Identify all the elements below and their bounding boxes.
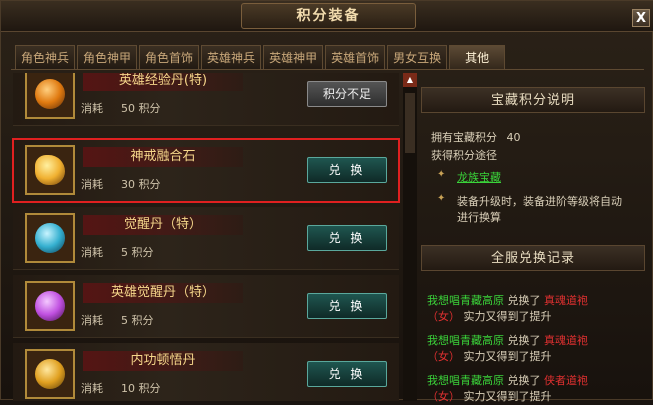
cost-label: 消耗 [81,178,103,191]
close-button[interactable]: X [632,9,650,27]
record-player: 我想唱青藏高原 [427,334,504,347]
record-note: 实力又得到了提升 [463,390,552,403]
dragon-treasure-link[interactable]: 龙族宝藏 [457,169,501,185]
record-item-name: 真魂道袍 [544,334,588,347]
cost-label: 消耗 [81,382,103,395]
item-icon-frame [25,281,75,331]
item-icon-frame [25,73,75,119]
list-item: 觉醒丹（特） 消耗 5 积分 兑 换 [13,207,399,270]
exchange-button[interactable]: 兑 换 [307,361,387,387]
exchange-button[interactable]: 兑 换 [307,157,387,183]
cost-label: 消耗 [81,102,103,115]
bullet-icon: ✦ [437,169,446,180]
awakening-pill-icon [35,223,65,253]
record-note: 实力又得到了提升 [463,350,552,363]
record-item: 我想唱青藏高原 兑换了 真魂道袍 （女） 实力又得到了提升 [427,293,588,325]
tab-hero-weapon[interactable]: 英雄神兵 [201,45,262,69]
points-info-title: 宝藏积分说明 [421,87,645,113]
exchange-records-title: 全服兑换记录 [421,245,645,271]
cost-value: 5 积分 [121,314,154,327]
record-suffix: （女） [427,310,460,323]
cost-label: 消耗 [81,246,103,259]
cost-value: 50 积分 [121,102,161,115]
record-action: 兑换了 [507,374,541,387]
record-note: 实力又得到了提升 [463,310,552,323]
owned-points-label: 拥有宝藏积分 [431,131,497,144]
tab-other[interactable]: 其他 [449,45,506,69]
item-icon-frame [25,145,75,195]
tab-role-weapon[interactable]: 角色神兵 [15,45,76,69]
record-player: 我想唱青藏高原 [427,294,504,307]
tab-divider [11,69,644,70]
record-action: 兑换了 [507,334,541,347]
list-scrollbar[interactable]: ▲ [403,73,417,401]
title-bar: 积分装备 X [1,1,653,32]
record-item: 我想唱青藏高原 兑换了 真魂道袍 （女） 实力又得到了提升 [427,333,588,365]
list-item: 内功顿悟丹 消耗 10 积分 兑 换 [13,343,399,401]
record-item-name: 侠者道袍 [544,374,588,387]
item-icon-frame [25,213,75,263]
record-player: 我想唱青藏高原 [427,374,504,387]
scroll-up-arrow-icon[interactable]: ▲ [403,73,417,87]
scroll-thumb[interactable] [405,93,415,153]
exchange-button[interactable]: 兑 换 [307,293,387,319]
list-item: 神戒融合石 消耗 30 积分 兑 换 [12,138,400,203]
item-name: 神戒融合石 [83,147,243,167]
exchange-button[interactable]: 兑 换 [307,225,387,251]
category-tabs: 角色神兵 角色神甲 角色首饰 英雄神兵 英雄神甲 英雄首饰 男女互换 其他 [15,45,506,69]
tab-role-jewelry[interactable]: 角色首饰 [139,45,200,69]
earn-route-label: 获得积分途径 [431,149,497,162]
record-item: 我想唱青藏高原 兑换了 侠者道袍 （女） 实力又得到了提升 [427,373,588,405]
owned-points-value: 40 [506,131,521,144]
info-column: 宝藏积分说明 拥有宝藏积分 40 获得积分途径 ✦ 龙族宝藏 ✦ 装备升级时，装… [421,81,645,403]
item-list: 英雄经验丹(特) 消耗 50 积分 积分不足 神戒融合石 消耗 30 积分 兑 … [11,73,401,401]
tab-hero-jewelry[interactable]: 英雄首饰 [325,45,386,69]
shop-window: 积分装备 X 角色神兵 角色神甲 角色首饰 英雄神兵 英雄神甲 英雄首饰 男女互… [0,0,653,403]
item-icon-frame [25,349,75,399]
record-suffix: （女） [427,390,460,403]
record-suffix: （女） [427,350,460,363]
desc-line-1: 装备升级时，装备进阶等级将自动 [457,195,622,208]
cost-value: 10 积分 [121,382,161,395]
bullet-icon: ✦ [437,193,446,204]
list-item: 英雄经验丹(特) 消耗 50 积分 积分不足 [13,73,399,126]
tab-hero-armor[interactable]: 英雄神甲 [263,45,324,69]
list-item: 英雄觉醒丹（特） 消耗 5 积分 兑 换 [13,275,399,338]
hero-awakening-pill-icon [35,291,65,321]
window-title: 积分装备 [241,3,416,29]
tab-gender-swap[interactable]: 男女互换 [387,45,448,69]
cost-label: 消耗 [81,314,103,327]
owned-points: 拥有宝藏积分 40 [431,129,521,145]
exp-pill-icon [35,79,65,109]
desc-line-2: 进行换算 [457,211,501,224]
item-name: 英雄经验丹(特) [83,73,243,91]
item-name: 内功顿悟丹 [83,351,243,371]
record-action: 兑换了 [507,294,541,307]
cost-value: 5 积分 [121,246,154,259]
insight-pill-icon [35,359,65,389]
tab-role-armor[interactable]: 角色神甲 [77,45,138,69]
record-item-name: 真魂道袍 [544,294,588,307]
fusion-stone-icon [35,155,65,185]
item-name: 觉醒丹（特） [83,215,243,235]
cost-value: 30 积分 [121,178,161,191]
item-name: 英雄觉醒丹（特） [83,283,243,303]
exchange-button[interactable]: 积分不足 [307,81,387,107]
